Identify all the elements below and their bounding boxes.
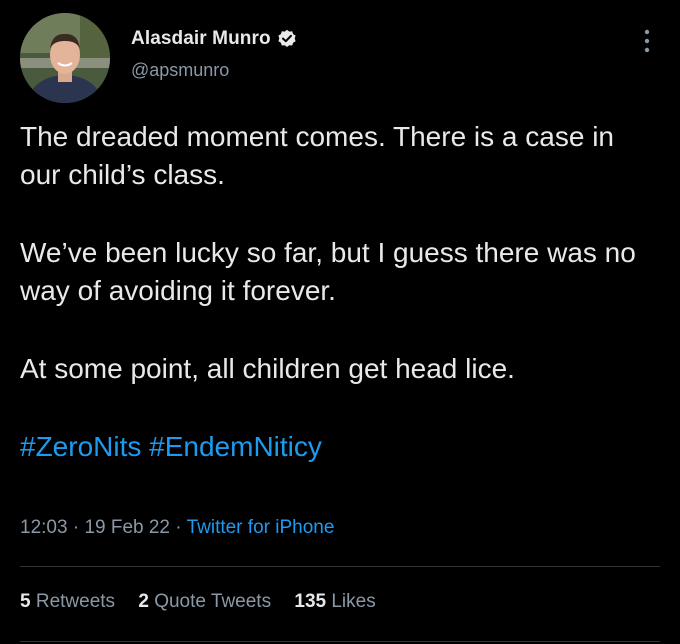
tweet-time[interactable]: 12:03 xyxy=(20,517,68,538)
tweet-paragraph: The dreaded moment comes. There is a cas… xyxy=(20,121,615,190)
tweet-source-link[interactable]: Twitter for iPhone xyxy=(187,517,335,538)
meta-separator: · xyxy=(175,517,182,538)
tweet-paragraph: We’ve been lucky so far, but I guess the… xyxy=(20,237,636,306)
display-name[interactable]: Alasdair Munro xyxy=(131,28,271,50)
likes-label: Likes xyxy=(331,591,376,612)
verified-badge-icon xyxy=(277,29,297,49)
profile-photo-icon xyxy=(20,13,110,103)
tweet-stats: 5 Retweets 2 Quote Tweets 135 Likes xyxy=(20,591,394,613)
hashtag-link[interactable]: #EndemNiticy xyxy=(149,431,322,462)
hashtags: #ZeroNits #EndemNiticy xyxy=(20,428,660,466)
tweet-card: Alasdair Munro @apsmunro The dreaded mom… xyxy=(0,0,680,644)
likes-count: 135 xyxy=(294,591,327,612)
hashtag-link[interactable]: #ZeroNits xyxy=(20,431,141,462)
divider xyxy=(20,641,660,642)
quote-tweets-count: 2 xyxy=(138,591,149,612)
retweets-stat[interactable]: 5 Retweets xyxy=(20,591,120,612)
tweet-paragraph: At some point, all children get head lic… xyxy=(20,353,515,384)
meta-separator: · xyxy=(72,517,80,538)
tweet-meta: 12:03 · 19 Feb 22 · Twitter for iPhone xyxy=(20,517,334,539)
retweets-label: Retweets xyxy=(35,591,116,612)
divider xyxy=(20,566,660,567)
tweet-date[interactable]: 19 Feb 22 xyxy=(84,517,170,538)
quote-tweets-stat[interactable]: 2 Quote Tweets xyxy=(138,591,276,612)
author-block: Alasdair Munro @apsmunro xyxy=(131,28,297,81)
handle[interactable]: @apsmunro xyxy=(131,60,297,81)
retweets-count: 5 xyxy=(20,591,31,612)
avatar[interactable] xyxy=(20,13,110,103)
tweet-text: The dreaded moment comes. There is a cas… xyxy=(20,118,660,466)
quote-tweets-label: Quote Tweets xyxy=(154,591,272,612)
name-row: Alasdair Munro xyxy=(131,28,297,50)
likes-stat[interactable]: 135 Likes xyxy=(294,591,375,612)
more-options-icon[interactable] xyxy=(640,28,654,54)
